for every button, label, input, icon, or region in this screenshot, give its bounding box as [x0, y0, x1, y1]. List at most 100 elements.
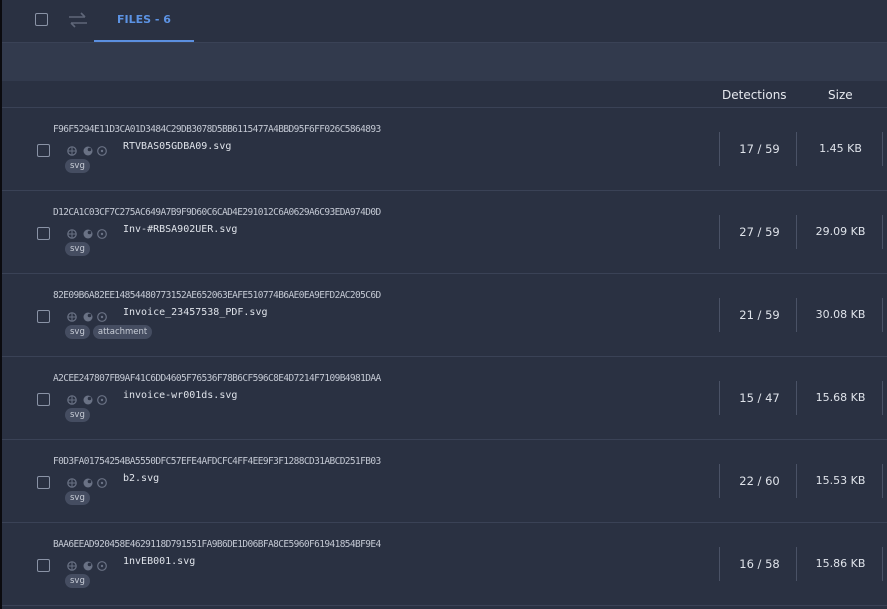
column-divider: [719, 464, 720, 498]
globe-icon: [83, 395, 93, 405]
tag-badge[interactable]: svg: [65, 325, 90, 339]
tag-list: svg: [65, 491, 93, 505]
column-header: Detections Size: [2, 81, 887, 108]
file-type-icons: [67, 142, 125, 156]
detections-column-header[interactable]: Detections: [722, 88, 787, 102]
file-row[interactable]: A2CEE247807FB9AF41C6DD4605F76536F78B6CF5…: [2, 357, 887, 440]
globe-icon: [83, 312, 93, 322]
file-size: 15.86 KB: [815, 557, 866, 570]
file-size: 15.68 KB: [815, 391, 866, 404]
file-name[interactable]: Inv-#RBSA902UER.svg: [123, 224, 237, 235]
column-divider: [882, 381, 883, 415]
toolbar: [2, 43, 887, 81]
files-panel: FILES - 6 Detections Size F96F5294E11D3C…: [2, 0, 887, 609]
column-divider: [882, 215, 883, 249]
row-checkbox[interactable]: [37, 476, 50, 489]
row-checkbox[interactable]: [37, 310, 50, 323]
file-size: 29.09 KB: [815, 225, 866, 238]
column-divider: [882, 547, 883, 581]
select-all-checkbox[interactable]: [35, 13, 48, 26]
target-icon: [67, 146, 77, 156]
column-divider: [719, 132, 720, 166]
location-pin-icon: [97, 146, 107, 156]
file-type-icons: [67, 557, 125, 571]
file-size: 30.08 KB: [815, 308, 866, 321]
file-row[interactable]: F96F5294E11D3CA01D3484C29DB3078D5BB61154…: [2, 108, 887, 191]
row-checkbox[interactable]: [37, 393, 50, 406]
location-pin-icon: [97, 229, 107, 239]
file-name[interactable]: RTVBAS05GDBA09.svg: [123, 141, 231, 152]
target-icon: [67, 561, 77, 571]
detections-count[interactable]: 16 / 58: [722, 557, 797, 571]
tag-badge[interactable]: svg: [65, 574, 90, 588]
column-divider: [882, 132, 883, 166]
target-icon: [67, 395, 77, 405]
tag-list: svg: [65, 159, 93, 173]
file-name[interactable]: b2.svg: [123, 473, 159, 484]
file-hash[interactable]: 82E09B6A82EE14854480773152AE652063EAFE51…: [53, 290, 381, 301]
file-row[interactable]: BAA6EEAD920458E4629118D791551FA9B6DE1D06…: [2, 523, 887, 606]
file-hash[interactable]: BAA6EEAD920458E4629118D791551FA9B6DE1D06…: [53, 539, 381, 550]
file-name[interactable]: 1nvEB001.svg: [123, 556, 195, 567]
tag-list: svg: [65, 242, 93, 256]
detections-count[interactable]: 27 / 59: [722, 225, 797, 239]
tag-list: svg: [65, 574, 93, 588]
file-row[interactable]: F0D3FA01754254BA5550DFC57EFE4AFDCFC4FF4E…: [2, 440, 887, 523]
tag-badge[interactable]: svg: [65, 159, 90, 173]
column-divider: [719, 547, 720, 581]
row-checkbox[interactable]: [37, 559, 50, 572]
file-hash[interactable]: A2CEE247807FB9AF41C6DD4605F76536F78B6CF5…: [53, 373, 381, 384]
tag-badge[interactable]: attachment: [92, 325, 153, 339]
file-hash[interactable]: F0D3FA01754254BA5550DFC57EFE4AFDCFC4FF4E…: [53, 456, 381, 467]
location-pin-icon: [97, 561, 107, 571]
column-divider: [796, 298, 797, 332]
globe-icon: [83, 146, 93, 156]
file-size: 15.53 KB: [815, 474, 866, 487]
file-hash[interactable]: F96F5294E11D3CA01D3484C29DB3078D5BB61154…: [53, 124, 381, 135]
detections-count[interactable]: 15 / 47: [722, 391, 797, 405]
size-column-header[interactable]: Size: [828, 88, 853, 102]
column-divider: [719, 381, 720, 415]
target-icon: [67, 229, 77, 239]
globe-icon: [83, 561, 93, 571]
row-checkbox[interactable]: [37, 144, 50, 157]
column-divider: [882, 298, 883, 332]
column-divider: [796, 215, 797, 249]
location-pin-icon: [97, 312, 107, 322]
tag-list: svg attachment: [65, 325, 155, 339]
column-divider: [796, 464, 797, 498]
file-name[interactable]: invoice-wr001ds.svg: [123, 390, 237, 401]
file-row[interactable]: D12CA1C03CF7C275AC649A7B9F9D60C6CAD4E291…: [2, 191, 887, 274]
file-name[interactable]: Invoice_23457538_PDF.svg: [123, 307, 268, 318]
file-size: 1.45 KB: [819, 142, 862, 155]
row-checkbox[interactable]: [37, 227, 50, 240]
tab-bar: FILES - 6: [2, 0, 887, 43]
globe-icon: [83, 478, 93, 488]
target-icon: [67, 478, 77, 488]
file-type-icons: [67, 474, 125, 488]
file-hash[interactable]: D12CA1C03CF7C275AC649A7B9F9D60C6CAD4E291…: [53, 207, 381, 218]
detections-count[interactable]: 22 / 60: [722, 474, 797, 488]
column-divider: [719, 215, 720, 249]
tab-files[interactable]: FILES - 6: [94, 0, 194, 42]
tag-list: svg: [65, 408, 93, 422]
tag-badge[interactable]: svg: [65, 491, 90, 505]
column-divider: [796, 381, 797, 415]
column-divider: [719, 298, 720, 332]
swap-arrows-icon[interactable]: [65, 10, 91, 30]
tag-badge[interactable]: svg: [65, 242, 90, 256]
column-divider: [796, 547, 797, 581]
detections-count[interactable]: 17 / 59: [722, 142, 797, 156]
globe-icon: [83, 229, 93, 239]
column-divider: [882, 464, 883, 498]
location-pin-icon: [97, 478, 107, 488]
target-icon: [67, 312, 77, 322]
file-row[interactable]: 82E09B6A82EE14854480773152AE652063EAFE51…: [2, 274, 887, 357]
file-type-icons: [67, 225, 125, 239]
column-divider: [796, 132, 797, 166]
file-type-icons: [67, 391, 125, 405]
location-pin-icon: [97, 395, 107, 405]
tag-badge[interactable]: svg: [65, 408, 90, 422]
detections-count[interactable]: 21 / 59: [722, 308, 797, 322]
file-type-icons: [67, 308, 125, 322]
